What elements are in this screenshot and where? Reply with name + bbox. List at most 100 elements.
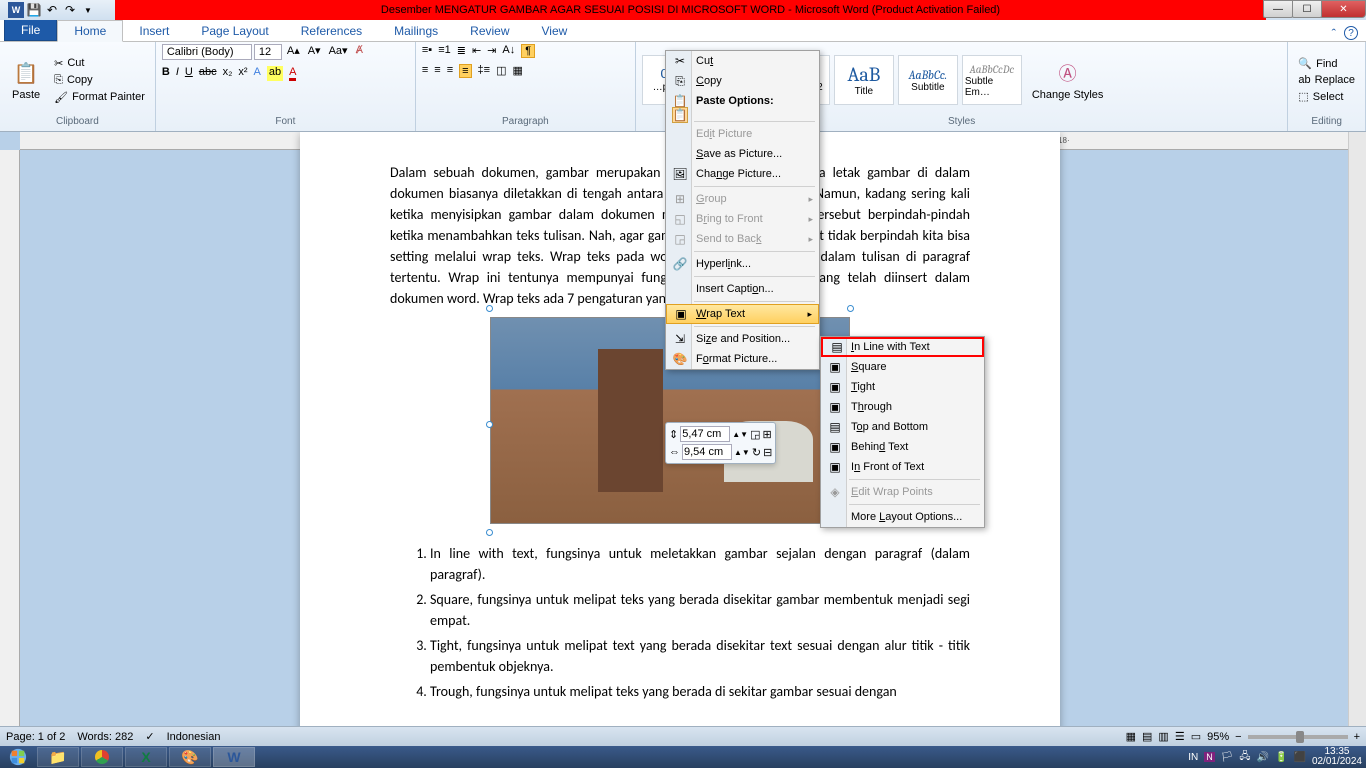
zoom-in-button[interactable]: +: [1354, 731, 1360, 743]
decrease-indent-icon[interactable]: ⇤: [472, 44, 481, 58]
taskbar-word[interactable]: W: [213, 747, 255, 767]
maximize-button[interactable]: ☐: [1292, 0, 1322, 18]
taskbar-paint[interactable]: 🎨: [169, 747, 211, 767]
tray-volume-icon[interactable]: 🔊: [1257, 752, 1269, 763]
crop-icon[interactable]: ◲: [750, 428, 760, 441]
menu-save-as-picture[interactable]: Save as Picture...: [666, 144, 819, 164]
clock-date[interactable]: 02/01/2024: [1312, 757, 1362, 767]
tray-action-icon[interactable]: 🏳: [1221, 752, 1234, 763]
borders-icon[interactable]: ▦: [513, 64, 523, 78]
taskbar-chrome[interactable]: [81, 747, 123, 767]
close-button[interactable]: ✕: [1321, 0, 1366, 18]
tab-references[interactable]: References: [285, 21, 378, 41]
tray-network-icon[interactable]: 🖧: [1239, 749, 1250, 766]
rotate-icon[interactable]: ↻: [752, 446, 761, 459]
zoom-level[interactable]: 95%: [1207, 731, 1229, 743]
strike-button[interactable]: abc: [199, 66, 217, 81]
menu-cut[interactable]: ✂Cut: [666, 51, 819, 71]
zoom-slider[interactable]: [1248, 735, 1348, 739]
page-status[interactable]: Page: 1 of 2: [6, 731, 65, 743]
menu-through[interactable]: ▣Through: [821, 397, 984, 417]
align-right-icon[interactable]: ≡: [447, 64, 453, 78]
picture-size-toolbar[interactable]: ⇕ ▲▼ ◲ ⊞ ⇔ ▲▼ ↻ ⊟: [665, 422, 776, 464]
font-color-icon[interactable]: A: [289, 66, 296, 81]
view-draft-icon[interactable]: ▭: [1191, 730, 1201, 743]
tab-page-layout[interactable]: Page Layout: [185, 21, 284, 41]
tab-insert[interactable]: Insert: [123, 21, 185, 41]
minimize-ribbon-icon[interactable]: ˆ: [1332, 26, 1336, 41]
menu-behind-text[interactable]: ▣Behind Text: [821, 437, 984, 457]
font-size-select[interactable]: 12: [254, 44, 282, 60]
align-center-icon[interactable]: ≡: [434, 64, 440, 78]
text-effects-icon[interactable]: A: [254, 66, 261, 81]
minimize-button[interactable]: —: [1263, 0, 1293, 18]
paste-button[interactable]: 📋 Paste: [6, 57, 46, 103]
spinner-icon[interactable]: ▲▼: [734, 448, 750, 457]
copy-button[interactable]: ⎘Copy: [50, 73, 149, 88]
clear-format-icon[interactable]: Ⱥ: [353, 44, 366, 60]
shading-icon[interactable]: ◫: [496, 64, 506, 78]
view-fullscreen-icon[interactable]: ▤: [1142, 730, 1152, 743]
increase-indent-icon[interactable]: ⇥: [487, 44, 496, 58]
help-icon[interactable]: ?: [1344, 26, 1358, 40]
language-status[interactable]: Indonesian: [167, 731, 221, 743]
file-tab[interactable]: File: [4, 19, 57, 41]
justify-icon[interactable]: ≡: [459, 64, 471, 78]
start-button[interactable]: [0, 746, 36, 768]
multilevel-icon[interactable]: ≣: [457, 44, 466, 58]
style-item[interactable]: AaBTitle: [834, 55, 894, 105]
menu-top-bottom[interactable]: ▤Top and Bottom: [821, 417, 984, 437]
tab-view[interactable]: View: [526, 21, 584, 41]
resize-handle[interactable]: [486, 421, 493, 428]
tray-onenote-icon[interactable]: N: [1204, 752, 1215, 762]
menu-inline-with-text[interactable]: ▤In Line with Text: [821, 337, 984, 357]
menu-change-picture[interactable]: 🖼Change Picture...: [666, 164, 819, 184]
italic-button[interactable]: I: [176, 66, 179, 81]
numbering-icon[interactable]: ≡1: [438, 44, 451, 58]
menu-tight[interactable]: ▣Tight: [821, 377, 984, 397]
font-name-select[interactable]: Calibri (Body): [162, 44, 252, 60]
superscript-button[interactable]: x²: [238, 66, 247, 81]
redo-icon[interactable]: ↷: [62, 2, 78, 18]
taskbar-explorer[interactable]: 📁: [37, 747, 79, 767]
style-item[interactable]: AaBbCcDcSubtle Em…: [962, 55, 1022, 105]
underline-button[interactable]: U: [185, 66, 193, 81]
menu-more-layout[interactable]: More Layout Options...: [821, 507, 984, 527]
vertical-scrollbar[interactable]: [1348, 132, 1366, 726]
style-item[interactable]: AaBbCc.Subtitle: [898, 55, 958, 105]
view-print-layout-icon[interactable]: ▦: [1126, 730, 1136, 743]
grow-font-icon[interactable]: A▴: [284, 44, 303, 60]
zoom-out-button[interactable]: −: [1235, 731, 1241, 743]
line-spacing-icon[interactable]: ‡≡: [478, 64, 491, 78]
change-styles-button[interactable]: Ⓐ Change Styles: [1026, 57, 1110, 103]
tray-shield-icon[interactable]: ⬛: [1293, 752, 1305, 763]
tab-home[interactable]: Home: [57, 20, 123, 42]
select-button[interactable]: ⬚Select: [1294, 89, 1359, 104]
proofing-icon[interactable]: ✓: [145, 730, 154, 743]
vertical-ruler[interactable]: [0, 150, 20, 726]
menu-copy[interactable]: ⎘Copy: [666, 71, 819, 91]
subscript-button[interactable]: x₂: [223, 66, 233, 81]
height-input[interactable]: [680, 426, 730, 442]
menu-insert-caption[interactable]: Insert Caption...: [666, 279, 819, 299]
menu-hyperlink[interactable]: 🔗Hyperlink...: [666, 254, 819, 274]
taskbar-excel[interactable]: X: [125, 747, 167, 767]
menu-size-position[interactable]: ⇲Size and Position...: [666, 329, 819, 349]
bullets-icon[interactable]: ≡▪: [422, 44, 432, 58]
width-input[interactable]: [682, 444, 732, 460]
menu-square[interactable]: ▣Square: [821, 357, 984, 377]
tray-battery-icon[interactable]: 🔋: [1275, 752, 1287, 763]
resize-handle[interactable]: [486, 529, 493, 536]
bold-button[interactable]: B: [162, 66, 170, 81]
cut-button[interactable]: ✂Cut: [50, 56, 149, 71]
align-left-icon[interactable]: ≡: [422, 64, 428, 78]
format-painter-button[interactable]: 🖌Format Painter: [50, 90, 149, 105]
change-case-icon[interactable]: Aa▾: [326, 44, 351, 60]
tab-mailings[interactable]: Mailings: [378, 21, 454, 41]
save-icon[interactable]: 💾: [26, 2, 42, 18]
find-button[interactable]: 🔍Find: [1294, 56, 1359, 71]
spinner-icon[interactable]: ▲▼: [732, 430, 748, 439]
highlight-icon[interactable]: ab: [267, 66, 283, 81]
word-count[interactable]: Words: 282: [77, 731, 133, 743]
show-marks-icon[interactable]: ¶: [521, 44, 535, 58]
